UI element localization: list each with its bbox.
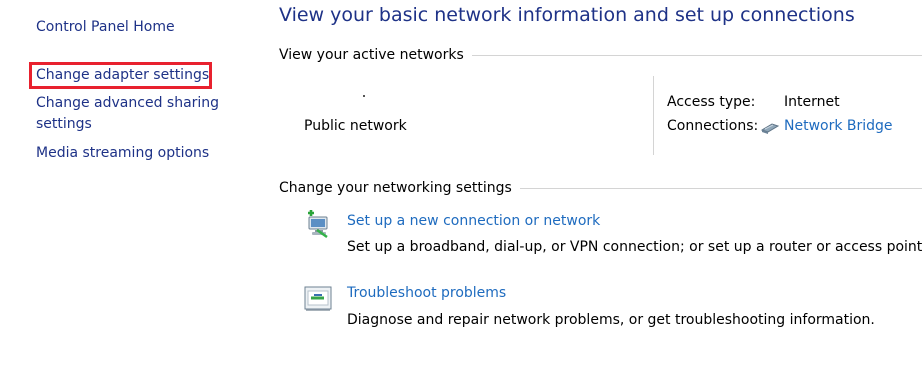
connections-label: Connections: [667,118,759,134]
section-label: View your active networks [279,47,472,63]
troubleshoot-icon [304,286,332,311]
sidebar-item-label: settings [36,116,92,132]
network-type: Public network [304,118,407,134]
divider [519,187,922,189]
network-bridge-icon [760,123,780,134]
sidebar: Control Panel Home Change adapter settin… [0,0,260,384]
set-up-connection-link[interactable]: Set up a new connection or network [347,213,600,229]
access-type-value: Internet [784,94,840,110]
network-bridge-link[interactable]: Network Bridge [784,118,893,134]
section-label: Change your networking settings [279,180,520,196]
access-type-label: Access type: [667,94,756,110]
active-networks-header: View your active networks [279,47,922,63]
sidebar-item-control-panel-home[interactable]: Control Panel Home [36,17,175,38]
sidebar-item-label: Change advanced sharing [36,95,220,111]
sidebar-item-media-streaming[interactable]: Media streaming options [36,143,209,164]
new-connection-icon [308,210,328,239]
page-title: View your basic network information and … [279,4,855,26]
sidebar-item-change-adapter-settings[interactable]: Change adapter settings [29,62,212,89]
network-name [363,95,365,97]
networking-settings-header: Change your networking settings [279,180,922,196]
divider [653,76,654,155]
set-up-connection-description: Set up a broadband, dial-up, or VPN conn… [347,239,922,255]
sidebar-item-change-advanced-sharing[interactable]: Change advanced sharing settings [36,93,219,135]
troubleshoot-problems-link[interactable]: Troubleshoot problems [347,285,506,301]
troubleshoot-description: Diagnose and repair network problems, or… [347,312,875,328]
network-and-sharing-center: Control Panel Home Change adapter settin… [0,0,922,384]
divider [471,54,922,56]
